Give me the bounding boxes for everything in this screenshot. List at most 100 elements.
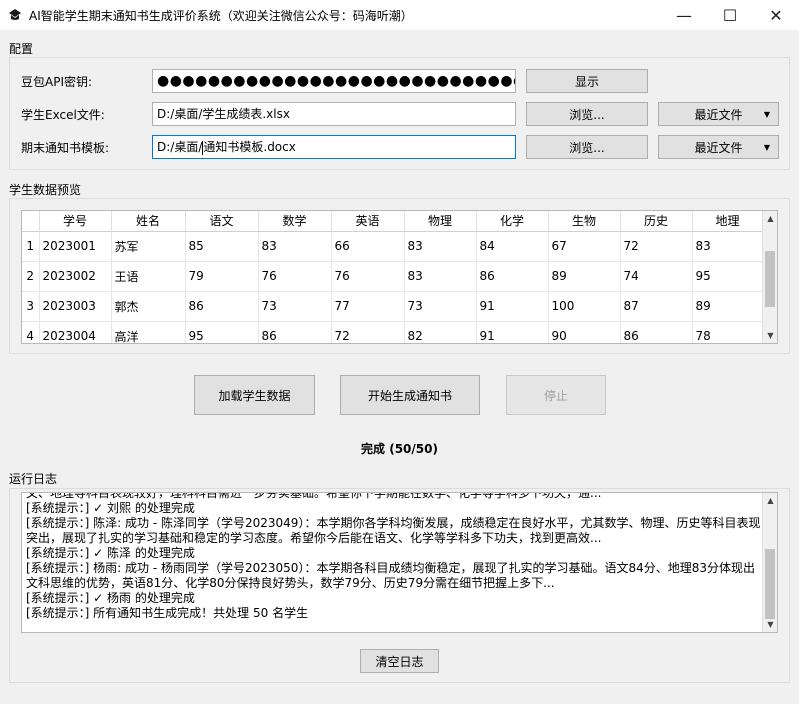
table-cell[interactable]: 2023004 [39, 321, 112, 343]
table-row[interactable]: 4 2023004 高洋 95 86 72 82 91 90 86 78 [22, 321, 764, 343]
student-data-table[interactable]: 学号 姓名 语文 数学 英语 物理 化学 生物 历史 地理 1 2023001 苏军 85 83 66 83 8… [21, 210, 778, 344]
scroll-thumb[interactable] [765, 251, 775, 307]
table-cell[interactable]: 86 [476, 261, 549, 292]
log-content: 文、地理等科目表现较好，理科科目需进一步夯实基础。希望你下学期能在数学、化学等学… [26, 493, 761, 621]
row-number: 3 [22, 291, 40, 322]
clear-log-button[interactable]: 清空日志 [360, 649, 439, 673]
table-cell[interactable]: 苏军 [111, 231, 186, 262]
column-header[interactable]: 化学 [476, 211, 549, 232]
excel-recent-button[interactable]: 最近文件 ▼ [658, 102, 779, 126]
table-cell[interactable]: 74 [620, 261, 693, 292]
table-cell[interactable]: 89 [548, 261, 621, 292]
excel-file-label: 学生Excel文件: [21, 108, 105, 122]
table-cell[interactable]: 78 [692, 321, 764, 343]
log-output[interactable]: 文、地理等科目表现较好，理科科目需进一步夯实基础。希望你下学期能在数学、化学等学… [21, 492, 778, 633]
table-cell[interactable]: 90 [548, 321, 621, 343]
table-cell[interactable]: 2023003 [39, 291, 112, 322]
stop-button[interactable]: 停止 [506, 375, 606, 415]
column-header[interactable]: 语文 [185, 211, 259, 232]
column-header[interactable]: 历史 [620, 211, 693, 232]
scroll-thumb[interactable] [765, 549, 775, 619]
api-key-input[interactable]: ●●●●●●●●●●●●●●●●●●●●●●●●●●●●●●●●●●●● [152, 69, 516, 93]
log-line: [系统提示：] 杨雨: 成功 - 杨雨同学（学号2023050）：本学期各科目成… [26, 561, 755, 590]
template-recent-label: 最近文件 [694, 140, 743, 155]
table-cell[interactable]: 82 [404, 321, 477, 343]
table-scrollbar[interactable]: ▲ ▼ [762, 211, 777, 343]
scroll-down-icon[interactable]: ▼ [763, 617, 777, 632]
table-row[interactable]: 2 2023002 王语 79 76 76 83 86 89 74 95 [22, 261, 764, 292]
window-title: AI智能学生期末通知书生成评价系统（欢迎关注微信公众号：码海听潮） [29, 8, 413, 23]
table-cell[interactable]: 86 [185, 291, 259, 322]
log-scrollbar[interactable]: ▲ ▼ [762, 493, 777, 632]
table-cell[interactable]: 87 [620, 291, 693, 322]
table-cell[interactable]: 86 [620, 321, 693, 343]
minimize-button[interactable]: — [661, 0, 707, 30]
start-generate-button[interactable]: 开始生成通知书 [340, 375, 480, 415]
table-cell[interactable]: 85 [185, 231, 259, 262]
column-header[interactable]: 数学 [258, 211, 332, 232]
corner-header [22, 211, 40, 232]
show-key-button[interactable]: 显示 [526, 69, 648, 93]
table-cell[interactable]: 83 [404, 261, 477, 292]
table-cell[interactable]: 王语 [111, 261, 186, 292]
template-recent-button[interactable]: 最近文件 ▼ [658, 135, 779, 159]
scroll-down-icon[interactable]: ▼ [763, 328, 777, 343]
excel-file-input[interactable]: D:/桌面/学生成绩表.xlsx [152, 102, 516, 126]
template-input[interactable]: D:/桌面/通知书模板.docx [152, 135, 516, 159]
template-value-suffix: 通知书模板.docx [203, 140, 296, 154]
column-header[interactable]: 地理 [692, 211, 764, 232]
table-cell[interactable]: 77 [331, 291, 405, 322]
table-cell[interactable]: 95 [185, 321, 259, 343]
close-icon: ✕ [769, 5, 783, 25]
close-button[interactable]: ✕ [753, 0, 799, 30]
table-cell[interactable]: 73 [258, 291, 332, 322]
log-line: [系统提示：] ✓ 陈泽 的处理完成 [26, 546, 195, 560]
load-data-button[interactable]: 加载学生数据 [194, 375, 315, 415]
table-cell[interactable]: 86 [258, 321, 332, 343]
table-cell[interactable]: 76 [331, 261, 405, 292]
column-header[interactable]: 姓名 [111, 211, 186, 232]
table-cell[interactable]: 67 [548, 231, 621, 262]
table-row[interactable]: 3 2023003 郭杰 86 73 77 73 91 100 87 89 [22, 291, 764, 322]
minimize-icon: — [676, 5, 692, 25]
table-cell[interactable]: 79 [185, 261, 259, 292]
table-cell[interactable]: 72 [331, 321, 405, 343]
column-header[interactable]: 物理 [404, 211, 477, 232]
table-cell[interactable]: 83 [692, 231, 764, 262]
scroll-up-icon[interactable]: ▲ [763, 493, 777, 508]
column-header[interactable]: 学号 [39, 211, 112, 232]
template-browse-button[interactable]: 浏览... [526, 135, 648, 159]
table-cell[interactable]: 72 [620, 231, 693, 262]
table-cell[interactable]: 2023001 [39, 231, 112, 262]
table-cell[interactable]: 高洋 [111, 321, 186, 343]
table-cell[interactable]: 84 [476, 231, 549, 262]
table-cell[interactable]: 2023002 [39, 261, 112, 292]
table-cell[interactable]: 91 [476, 321, 549, 343]
column-header[interactable]: 英语 [331, 211, 405, 232]
table-cell[interactable]: 66 [331, 231, 405, 262]
title-bar: AI智能学生期末通知书生成评价系统（欢迎关注微信公众号：码海听潮） — ☐ ✕ [0, 0, 799, 30]
maximize-icon: ☐ [722, 5, 738, 25]
maximize-button[interactable]: ☐ [707, 0, 753, 30]
template-value-prefix: D:/桌面/ [157, 140, 203, 154]
table-cell[interactable]: 76 [258, 261, 332, 292]
excel-browse-button[interactable]: 浏览... [526, 102, 648, 126]
column-header[interactable]: 生物 [548, 211, 621, 232]
excel-recent-label: 最近文件 [694, 107, 743, 122]
table-cell[interactable]: 91 [476, 291, 549, 322]
table-cell[interactable]: 83 [258, 231, 332, 262]
table-cell[interactable]: 100 [548, 291, 621, 322]
table-cell[interactable]: 83 [404, 231, 477, 262]
table-cell[interactable]: 郭杰 [111, 291, 186, 322]
log-line: [系统提示：] ✓ 刘熙 的处理完成 [26, 501, 195, 515]
table-cell[interactable]: 89 [692, 291, 764, 322]
scroll-up-icon[interactable]: ▲ [763, 211, 777, 226]
chevron-down-icon: ▼ [763, 109, 770, 119]
table-cell[interactable]: 73 [404, 291, 477, 322]
row-number: 1 [22, 231, 40, 262]
log-line: [系统提示：] ✓ 杨雨 的处理完成 [26, 591, 195, 605]
table-cell[interactable]: 95 [692, 261, 764, 292]
template-label: 期末通知书模板: [21, 141, 110, 155]
table-row[interactable]: 1 2023001 苏军 85 83 66 83 84 67 72 83 [22, 231, 764, 262]
row-number: 2 [22, 261, 40, 292]
